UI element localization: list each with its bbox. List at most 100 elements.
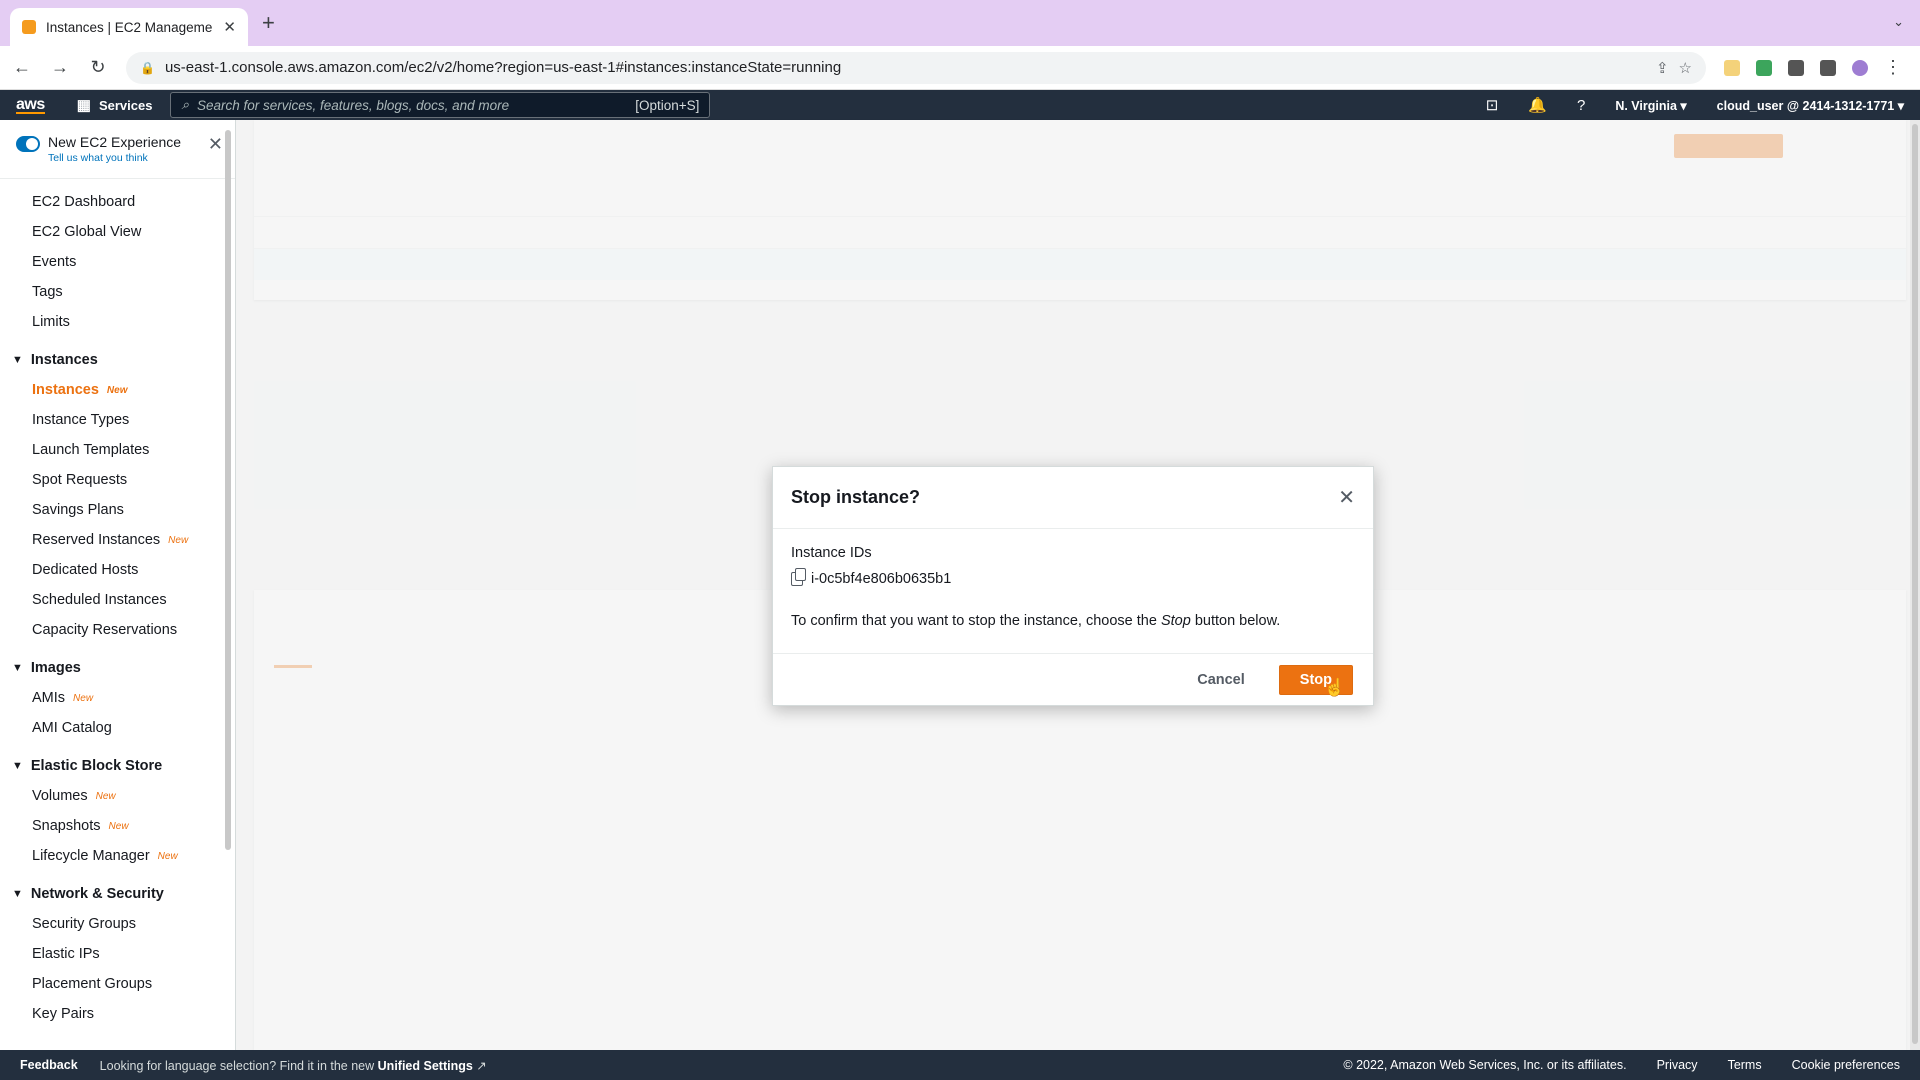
- reload-icon[interactable]: ↻: [88, 57, 108, 78]
- sidebar-item-limits[interactable]: Limits: [0, 307, 235, 337]
- sidebar-item-spot-requests[interactable]: Spot Requests: [0, 465, 235, 495]
- search-input[interactable]: ⌕ Search for services, features, blogs, …: [170, 92, 711, 118]
- sidebar-item-launch-templates[interactable]: Launch Templates: [0, 435, 235, 465]
- section-images[interactable]: ▼ Images: [0, 653, 235, 683]
- sidebar-item-events[interactable]: Events: [0, 247, 235, 277]
- address-bar[interactable]: 🔒 us-east-1.console.aws.amazon.com/ec2/v…: [126, 51, 1706, 84]
- sidebar-item-label: Lifecycle Manager: [32, 848, 150, 864]
- close-tab-icon[interactable]: ✕: [223, 18, 236, 36]
- sidebar-item-snapshots[interactable]: Snapshots New: [0, 811, 235, 841]
- forward-icon[interactable]: →: [50, 57, 70, 78]
- side-panel-icon[interactable]: [1820, 59, 1836, 76]
- new-badge: New: [106, 384, 128, 396]
- new-badge: New: [157, 850, 178, 862]
- share-icon[interactable]: ⇪: [1656, 59, 1669, 77]
- section-label: Instances: [30, 352, 98, 368]
- cookie-preferences-link[interactable]: Cookie preferences: [1792, 1058, 1900, 1072]
- console-footer: Feedback Looking for language selection?…: [0, 1050, 1920, 1080]
- terms-link[interactable]: Terms: [1728, 1058, 1762, 1072]
- sidebar-scrollbar[interactable]: [225, 130, 231, 850]
- grid-icon: ▦: [76, 97, 91, 114]
- caret-down-icon: ▼: [12, 354, 23, 366]
- region-selector[interactable]: N. Virginia ▾: [1615, 98, 1686, 113]
- search-shortcut: [Option+S]: [635, 97, 700, 113]
- account-menu[interactable]: cloud_user @ 2414-1312-1771 ▾: [1717, 98, 1904, 113]
- sidebar-item-label: Security Groups: [32, 916, 136, 932]
- toggle-label: New EC2 Experience: [48, 134, 182, 150]
- back-icon[interactable]: ←: [12, 57, 32, 78]
- extensions-row: ⋮: [1724, 57, 1902, 78]
- aws-console-header: aws ▦ Services ⌕ Search for services, fe…: [0, 90, 1920, 120]
- cancel-button[interactable]: Cancel: [1197, 672, 1245, 688]
- services-menu-button[interactable]: ▦ Services: [77, 96, 153, 114]
- new-tab-icon[interactable]: +: [262, 10, 275, 36]
- tab-search-chevron-icon[interactable]: ⌄: [1893, 14, 1904, 30]
- browser-menu-icon[interactable]: ⋮: [1884, 57, 1902, 78]
- confirm-text-after: button below.: [1190, 613, 1281, 629]
- new-experience-toggle[interactable]: [16, 136, 40, 152]
- copy-icon[interactable]: [791, 568, 806, 586]
- aws-favicon-icon: [22, 20, 36, 34]
- close-sidebar-icon[interactable]: ✕: [208, 134, 223, 155]
- unified-settings-link[interactable]: Unified Settings: [378, 1059, 473, 1073]
- sidebar-item-ami-catalog[interactable]: AMI Catalog: [0, 713, 235, 743]
- sidebar-item-label: EC2 Dashboard: [32, 194, 136, 210]
- sidebar-item-tags[interactable]: Tags: [0, 277, 235, 307]
- sidebar-item-volumes[interactable]: Volumes New: [0, 781, 235, 811]
- browser-tab[interactable]: Instances | EC2 Management C ✕: [10, 8, 248, 46]
- extension-icon[interactable]: [1756, 59, 1772, 76]
- confirm-text-before: To confirm that you want to stop the ins…: [791, 613, 1161, 629]
- cloudshell-icon[interactable]: ⊡: [1486, 96, 1499, 114]
- account-label: cloud_user @ 2414-1312-1771: [1716, 98, 1895, 113]
- sidebar-item-label: Snapshots: [32, 818, 101, 834]
- section-label: Network & Security: [30, 886, 164, 902]
- sidebar-item-key-pairs[interactable]: Key Pairs: [0, 999, 235, 1029]
- feedback-button[interactable]: Feedback: [20, 1058, 78, 1072]
- sidebar-item-label: Scheduled Instances: [32, 592, 167, 608]
- region-label: N. Virginia: [1615, 98, 1677, 113]
- sidebar-item-label: Launch Templates: [32, 442, 150, 458]
- sidebar-item-security-groups[interactable]: Security Groups: [0, 909, 235, 939]
- sidebar-item-ec2-dashboard[interactable]: EC2 Dashboard: [0, 187, 235, 217]
- sidebar-item-scheduled-instances[interactable]: Scheduled Instances: [0, 585, 235, 615]
- page-scrollbar[interactable]: [1910, 120, 1920, 1050]
- close-icon[interactable]: ✕: [1338, 485, 1355, 510]
- top-nav-group: EC2 Dashboard EC2 Global View Events Tag…: [0, 187, 235, 337]
- sidebar-item-amis[interactable]: AMIs New: [0, 683, 235, 713]
- puzzle-extensions-icon[interactable]: [1788, 59, 1804, 76]
- sidebar-item-reserved-instances[interactable]: Reserved Instances New: [0, 525, 235, 555]
- sidebar-item-label: AMI Catalog: [32, 720, 112, 736]
- sidebar-item-lifecycle-manager[interactable]: Lifecycle Manager New: [0, 841, 235, 871]
- bell-icon[interactable]: 🔔: [1528, 96, 1547, 114]
- sidebar-item-instance-types[interactable]: Instance Types: [0, 405, 235, 435]
- caret-down-icon: ▼: [12, 888, 23, 900]
- sidebar-item-label: Events: [32, 254, 77, 270]
- sidebar-item-global-view[interactable]: EC2 Global View: [0, 217, 235, 247]
- bookmark-star-icon[interactable]: ☆: [1679, 59, 1692, 77]
- aws-logo[interactable]: aws: [16, 96, 45, 114]
- feedback-link[interactable]: Tell us what you think: [48, 152, 181, 164]
- sidebar-item-label: Volumes: [32, 788, 88, 804]
- search-placeholder: Search for services, features, blogs, do…: [197, 97, 510, 113]
- sidebar-item-elastic-ips[interactable]: Elastic IPs: [0, 939, 235, 969]
- sidebar-item-capacity-reservations[interactable]: Capacity Reservations: [0, 615, 235, 645]
- section-network-security[interactable]: ▼ Network & Security: [0, 879, 235, 909]
- privacy-link[interactable]: Privacy: [1657, 1058, 1698, 1072]
- sidebar-item-placement-groups[interactable]: Placement Groups: [0, 969, 235, 999]
- sidebar-item-savings-plans[interactable]: Savings Plans: [0, 495, 235, 525]
- sidebar-item-label: Key Pairs: [32, 1006, 95, 1022]
- confirm-text-emphasis: Stop: [1160, 613, 1191, 629]
- help-icon[interactable]: ?: [1577, 97, 1585, 114]
- sidebar-item-dedicated-hosts[interactable]: Dedicated Hosts: [0, 555, 235, 585]
- extension-icon[interactable]: [1724, 59, 1740, 76]
- profile-avatar[interactable]: [1852, 59, 1868, 76]
- section-label: Elastic Block Store: [30, 758, 163, 774]
- section-instances[interactable]: ▼ Instances: [0, 345, 235, 375]
- sidebar-item-instances[interactable]: Instances New: [0, 375, 235, 405]
- new-badge: New: [73, 692, 94, 704]
- section-ebs[interactable]: ▼ Elastic Block Store: [0, 751, 235, 781]
- divider: [0, 178, 235, 179]
- instance-id-row: i-0c5bf4e806b0635b1: [791, 568, 1355, 587]
- mouse-cursor-icon: ☝: [1324, 678, 1346, 697]
- sidebar-item-label: Elastic IPs: [32, 946, 100, 962]
